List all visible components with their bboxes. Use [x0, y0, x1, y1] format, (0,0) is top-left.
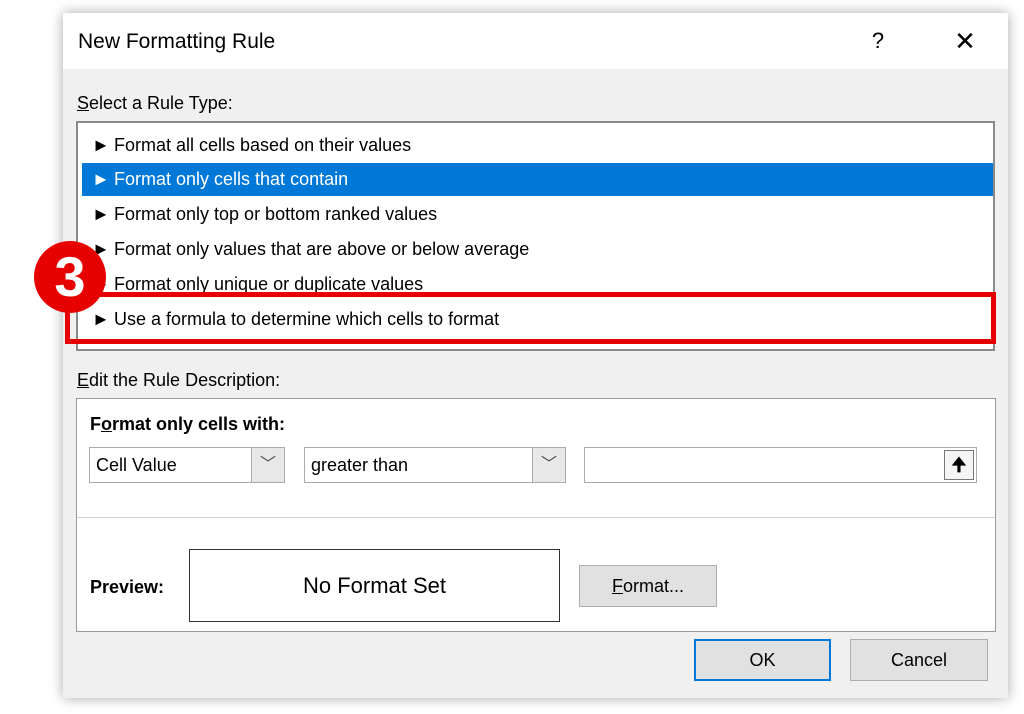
panel-divider: [77, 517, 995, 518]
rule-item-above-below-average[interactable]: ► Format only values that are above or be…: [82, 233, 993, 266]
rule-item-label: Format all cells based on their values: [114, 135, 412, 155]
rule-item-label: Format only values that are above or bel…: [114, 239, 530, 259]
bullet-arrow-icon: ►: [92, 169, 110, 189]
format-button[interactable]: Format...: [579, 565, 717, 607]
bullet-arrow-icon: ►: [92, 135, 110, 155]
chevron-down-icon[interactable]: ﹀: [532, 448, 565, 482]
preview-box: No Format Set: [189, 549, 560, 622]
close-icon[interactable]: ✕: [947, 25, 983, 57]
operator-selected: greater than: [311, 455, 409, 475]
rule-description-panel: Format only cells with: Cell Value ﹀ gre…: [76, 398, 996, 632]
rule-item-label: Format only unique or duplicate values: [114, 274, 424, 294]
rule-type-label: Select a Rule Type:: [77, 93, 233, 113]
operator-dropdown[interactable]: greater than ﹀: [304, 447, 566, 483]
rule-item-top-bottom[interactable]: ► Format only top or bottom ranked values: [82, 198, 993, 231]
rule-item-label: Format only cells that contain: [114, 169, 349, 189]
title-bar: New Formatting Rule ? ✕: [63, 13, 1008, 69]
cell-value-selected: Cell Value: [96, 455, 177, 475]
cell-value-dropdown[interactable]: Cell Value ﹀: [89, 447, 285, 483]
rule-item-label: Format only top or bottom ranked values: [114, 204, 438, 224]
value-input[interactable]: 🠉: [584, 447, 977, 483]
formula-option-highlight: [65, 292, 996, 344]
new-formatting-rule-dialog: New Formatting Rule ? ✕ Select a Rule Ty…: [34, 13, 1008, 698]
step-number-badge: 3: [34, 241, 106, 313]
rule-item-cells-that-contain[interactable]: ► Format only cells that contain: [82, 163, 993, 196]
help-button[interactable]: ?: [863, 25, 893, 57]
cancel-button[interactable]: Cancel: [850, 639, 988, 681]
rule-item-all-cells[interactable]: ► Format all cells based on their values: [82, 129, 993, 162]
chevron-down-icon[interactable]: ﹀: [251, 448, 284, 482]
collapse-dialog-icon[interactable]: 🠉: [944, 450, 974, 480]
rule-description-label: Edit the Rule Description:: [77, 370, 281, 390]
ok-button[interactable]: OK: [694, 639, 831, 681]
format-only-cells-heading: Format only cells with:: [90, 414, 286, 434]
preview-label: Preview:: [90, 577, 165, 597]
bullet-arrow-icon: ►: [92, 204, 110, 224]
dialog-title: New Formatting Rule: [78, 30, 276, 53]
